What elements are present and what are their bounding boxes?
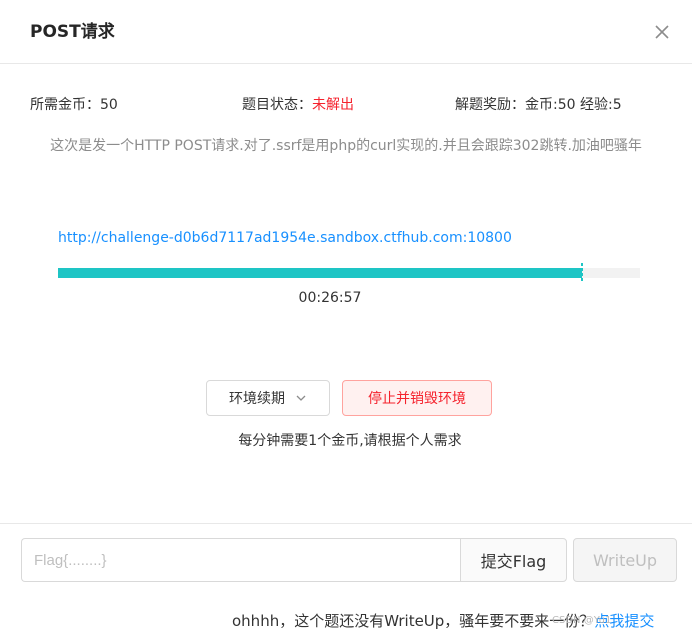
challenge-modal: POST请求 所需金币：50 题目状态：未解出 解题奖励：金币:50 经验:5 … bbox=[0, 0, 692, 635]
footer-divider bbox=[0, 523, 692, 524]
coin-cost-note: 每分钟需要1个金币,请根据个人需求 bbox=[238, 433, 462, 449]
progress-marker bbox=[581, 263, 583, 283]
destroy-environment-button[interactable]: 停止并销毁环境 bbox=[342, 380, 492, 416]
countdown-timer: 00:26:57 bbox=[298, 290, 362, 306]
watermark: CSDN @Yu1 bbox=[552, 615, 612, 626]
close-icon[interactable] bbox=[652, 22, 672, 42]
writeup-button[interactable]: WriteUp bbox=[573, 538, 677, 582]
submit-flag-button[interactable]: 提交Flag bbox=[460, 538, 567, 582]
chevron-down-icon bbox=[295, 392, 307, 404]
environment-url-link[interactable]: http://challenge-d0b6d7117ad1954e.sandbo… bbox=[58, 228, 512, 248]
required-coins: 所需金币：50 bbox=[30, 97, 118, 113]
renew-environment-dropdown[interactable]: 环境续期 bbox=[206, 380, 330, 416]
status-value: 未解出 bbox=[312, 97, 354, 113]
challenge-status: 题目状态：未解出 bbox=[242, 94, 354, 116]
challenge-info-row: 所需金币：50 题目状态：未解出 解题奖励：金币:50 经验:5 bbox=[30, 94, 670, 116]
flag-input[interactable] bbox=[21, 538, 461, 582]
solve-reward: 解题奖励：金币:50 经验:5 bbox=[455, 97, 622, 113]
status-label: 题目状态： bbox=[242, 97, 312, 113]
renew-label: 环境续期 bbox=[229, 391, 285, 407]
modal-header: POST请求 bbox=[0, 0, 692, 64]
writeup-prompt-text: ohhhh，这个题还没有WriteUp，骚年要不要来一份？ bbox=[232, 612, 595, 630]
environment-time-progress bbox=[58, 263, 640, 283]
progress-fill bbox=[58, 268, 582, 278]
modal-title: POST请求 bbox=[30, 22, 115, 42]
challenge-description: 这次是发一个HTTP POST请求.对了.ssrf是用php的curl实现的.并… bbox=[50, 138, 642, 154]
